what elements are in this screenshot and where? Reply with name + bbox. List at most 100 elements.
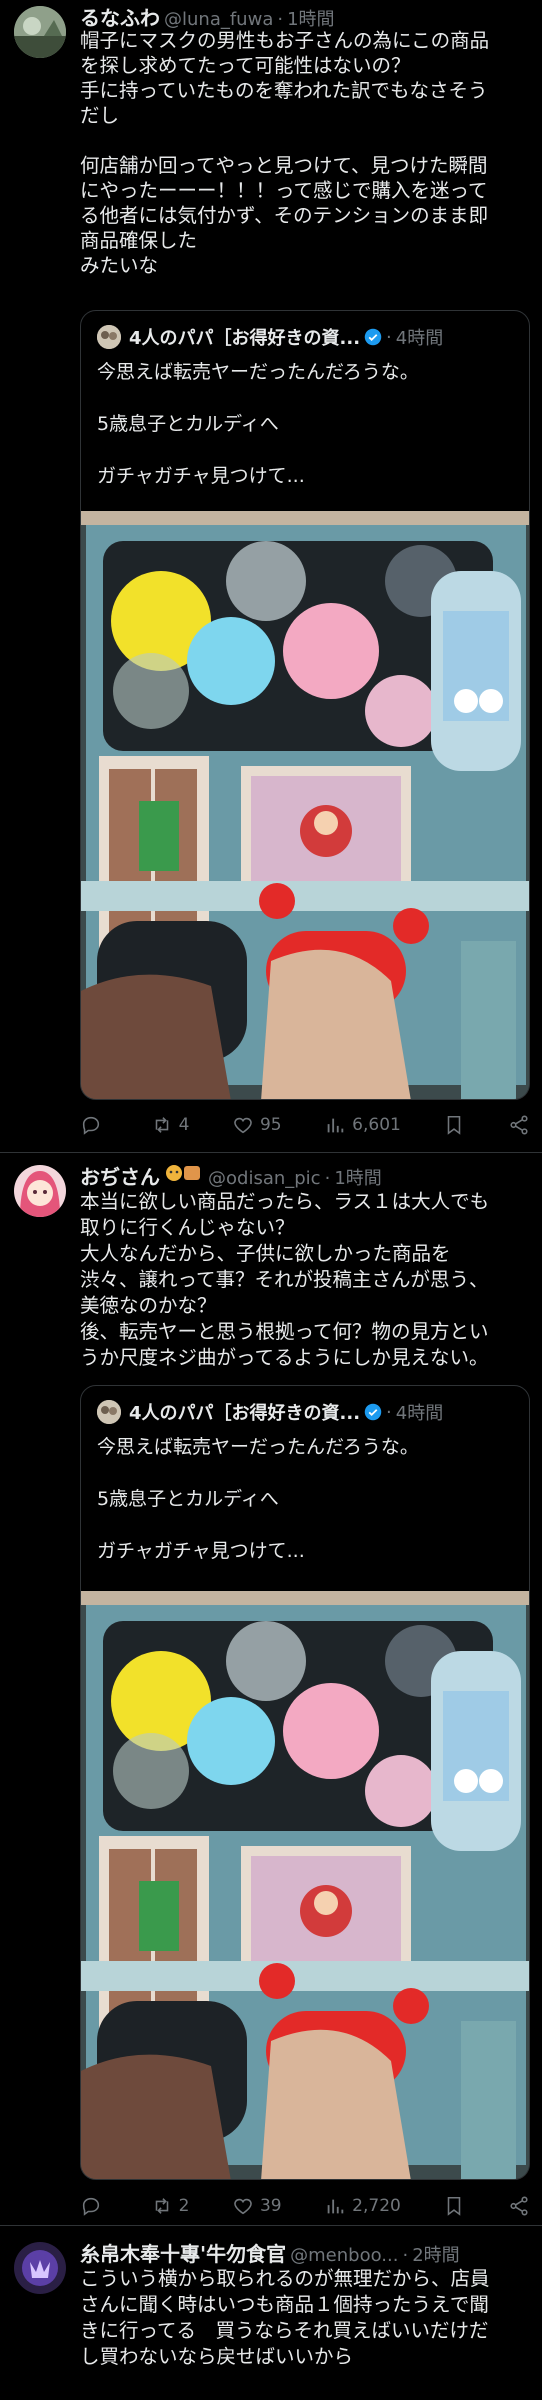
separator-dot: · [386, 1401, 392, 1423]
verified-badge-icon [364, 1403, 382, 1421]
quoted-timestamp: 4時間 [395, 1403, 444, 1424]
quoted-text-line: 5歳息子とカルディへ [97, 1488, 279, 1510]
timestamp[interactable]: 1時間 [334, 1164, 381, 1190]
retweet-button[interactable]: 2 [151, 2195, 190, 2217]
tweet-text: 本当に欲しい商品だったら、ラス１は大人でも 取りに行くんじゃない？ 大人なんだか… [80, 1189, 530, 1371]
tweet-text: こういう横から取られるのが無理だから、店員 さんに聞く時はいつも商品１個持ったう… [80, 2266, 530, 2370]
like-count: 95 [259, 1115, 282, 1135]
user-handle[interactable]: @menboo... [290, 2245, 398, 2266]
avatar[interactable] [14, 2242, 66, 2294]
quoted-text-line [97, 1512, 419, 1538]
retweet-icon [155, 1117, 168, 1133]
views-button[interactable]: 2,720 [324, 2195, 401, 2217]
analytics-icon [327, 2199, 344, 2214]
emoji-icon [166, 1165, 200, 1181]
bookmark-icon [448, 2196, 461, 2216]
tweet-text-line: 帽子にマスクの男性もお子さんの為にこの商品 [80, 29, 490, 52]
quoted-avatar [97, 325, 121, 349]
separator-dot: · [402, 2245, 409, 2266]
gacha-machine-photo-icon [81, 1591, 529, 2179]
views-button[interactable]: 6,601 [324, 1114, 401, 1136]
share-icon [510, 2196, 528, 2216]
heart-icon [234, 2198, 252, 2215]
quoted-media-photo[interactable] [81, 1591, 529, 2179]
bookmark-icon [448, 1115, 461, 1135]
tweet-header: 糸帛木奉十專'牛勿食官 @menboo... · 2時間 [80, 2238, 460, 2266]
quoted-header: 4人のパパ［お得好きの資... · 4時間 [97, 324, 443, 350]
bookmark-button[interactable] [443, 1114, 465, 1136]
retweet-count: 2 [178, 2196, 190, 2216]
heart-icon [234, 1117, 252, 1134]
user-handle[interactable]: @luna_fuwa [164, 9, 273, 30]
tweet-text-line: 本当に欲しい商品だったら、ラス１は大人でも [80, 1190, 490, 1213]
quoted-text-line: 5歳息子とカルディへ [97, 413, 279, 435]
quoted-text-line: 今思えば転売ヤーだったんだろうな。 [97, 1436, 419, 1458]
separator-dot: · [277, 9, 284, 30]
quoted-text-line [97, 437, 419, 463]
separator-dot: · [386, 326, 392, 348]
quoted-text-line [97, 385, 419, 411]
bookmark-button[interactable] [443, 2195, 465, 2217]
share-button[interactable] [508, 1114, 530, 1136]
avatar-image-icon [14, 6, 66, 58]
like-count: 39 [259, 2196, 282, 2216]
tweet-text: 帽子にマスクの男性もお子さんの為にこの商品 を探し求めてたって可能性はないの？ … [80, 28, 530, 278]
reply-button[interactable] [80, 1114, 108, 1136]
tweet-text-line: 大人なんだから、子供に欲しかった商品を [80, 1242, 451, 1265]
quoted-text: 今思えば転売ヤーだったんだろうな。 5歳息子とカルディへ ガチャガチャ見つけて.… [97, 359, 419, 489]
tweet-header: るなふわ @luna_fuwa · 1時間 [80, 2, 335, 30]
tweet-text-line: を探し求めてたって可能性はないの？ [80, 54, 411, 77]
tweet-text-line: 美徳なのかな？ [80, 1294, 217, 1317]
quoted-text-line: ガチャガチャ見つけて... [97, 1540, 305, 1562]
tweet-text-line: うか尺度ネジ曲がってるようにしか見えない。 [80, 1346, 489, 1369]
tweet-text-line: し買わないなら戻せばいいから [80, 2345, 354, 2368]
tweet-actions: 2 39 2,720 [80, 2191, 530, 2221]
separator-dot: · [324, 1168, 331, 1189]
retweet-icon [155, 2198, 168, 2214]
quoted-text-line: 今思えば転売ヤーだったんだろうな。 [97, 361, 419, 383]
user-handle[interactable]: @odisan_pic [208, 1168, 321, 1189]
tweet-text-line: 手に持っていたものを奪われた訳でもなさそう [80, 79, 488, 102]
tweet-text-line: 渋々、譲れって事？それが投稿主さんが思う、 [80, 1268, 489, 1291]
tweet-3[interactable]: 糸帛木奉十專'牛勿食官 @menboo... · 2時間 こういう横から取られる… [0, 2226, 542, 2400]
quoted-text-line: ガチャガチャ見つけて... [97, 465, 305, 487]
avatar[interactable] [14, 1165, 66, 1217]
analytics-icon [327, 1118, 344, 1133]
tweet-text-line: る他者には気付かず、そのテンションのまま即 [80, 204, 489, 227]
quoted-display-name: 4人のパパ［お得好きの資... [129, 328, 361, 349]
tweet-1[interactable]: るなふわ @luna_fuwa · 1時間 帽子にマスクの男性もお子さんの為にこ… [0, 0, 542, 1150]
avatar-image-icon [14, 1165, 66, 1217]
tweet-text-line: さんに聞く時はいつも商品１個持ったうえで聞 [80, 2293, 489, 2316]
quoted-tweet[interactable]: 4人のパパ［お得好きの資... · 4時間 今思えば転売ヤーだったんだろうな。 … [80, 310, 530, 1100]
quoted-timestamp: 4時間 [395, 328, 444, 349]
like-button[interactable]: 95 [232, 1114, 282, 1136]
retweet-button[interactable]: 4 [151, 1114, 190, 1136]
verified-badge-icon [364, 328, 382, 346]
tweet-text-line: きに行ってる 買うならそれ買えばいいだけだ [80, 2319, 489, 2342]
quoted-tweet[interactable]: 4人のパパ［お得好きの資... · 4時間 今思えば転売ヤーだったんだろうな。 … [80, 1385, 530, 2180]
reply-icon [82, 2197, 100, 2216]
quoted-text: 今思えば転売ヤーだったんだろうな。 5歳息子とカルディへ ガチャガチャ見つけて.… [97, 1434, 419, 1564]
display-name[interactable]: 糸帛木奉十專'牛勿食官 [80, 2238, 286, 2267]
timestamp[interactable]: 2時間 [412, 2241, 459, 2267]
avatar[interactable] [14, 6, 66, 58]
display-name[interactable]: るなふわ [80, 2, 160, 31]
tweet-text-line: 後、転売ヤーと思う根拠って何？物の見方とい [80, 1320, 489, 1343]
tweet-text-line: だし [80, 104, 120, 127]
reply-button[interactable] [80, 2195, 108, 2217]
share-icon [510, 1115, 528, 1135]
tweet-text-line [80, 128, 530, 153]
quoted-text-line [97, 1460, 419, 1486]
view-count: 6,601 [352, 1115, 401, 1135]
avatar-image-icon [97, 325, 121, 349]
share-button[interactable] [508, 2195, 530, 2217]
display-name[interactable]: おぢさん [80, 1161, 160, 1190]
tweet-text-line: にやったーーー！！！って感じで購入を迷って [80, 179, 488, 202]
retweet-count: 4 [178, 1115, 190, 1135]
quoted-avatar [97, 1400, 121, 1424]
quoted-media-photo[interactable] [81, 511, 529, 1099]
avatar-image-icon [14, 2242, 66, 2294]
tweet-text-line: みたいな [80, 254, 159, 277]
tweet-2[interactable]: おぢさん @odisan_pic · 1時間 本当に欲しい商品だったら、ラス１は… [0, 1153, 542, 2233]
like-button[interactable]: 39 [232, 2195, 282, 2217]
